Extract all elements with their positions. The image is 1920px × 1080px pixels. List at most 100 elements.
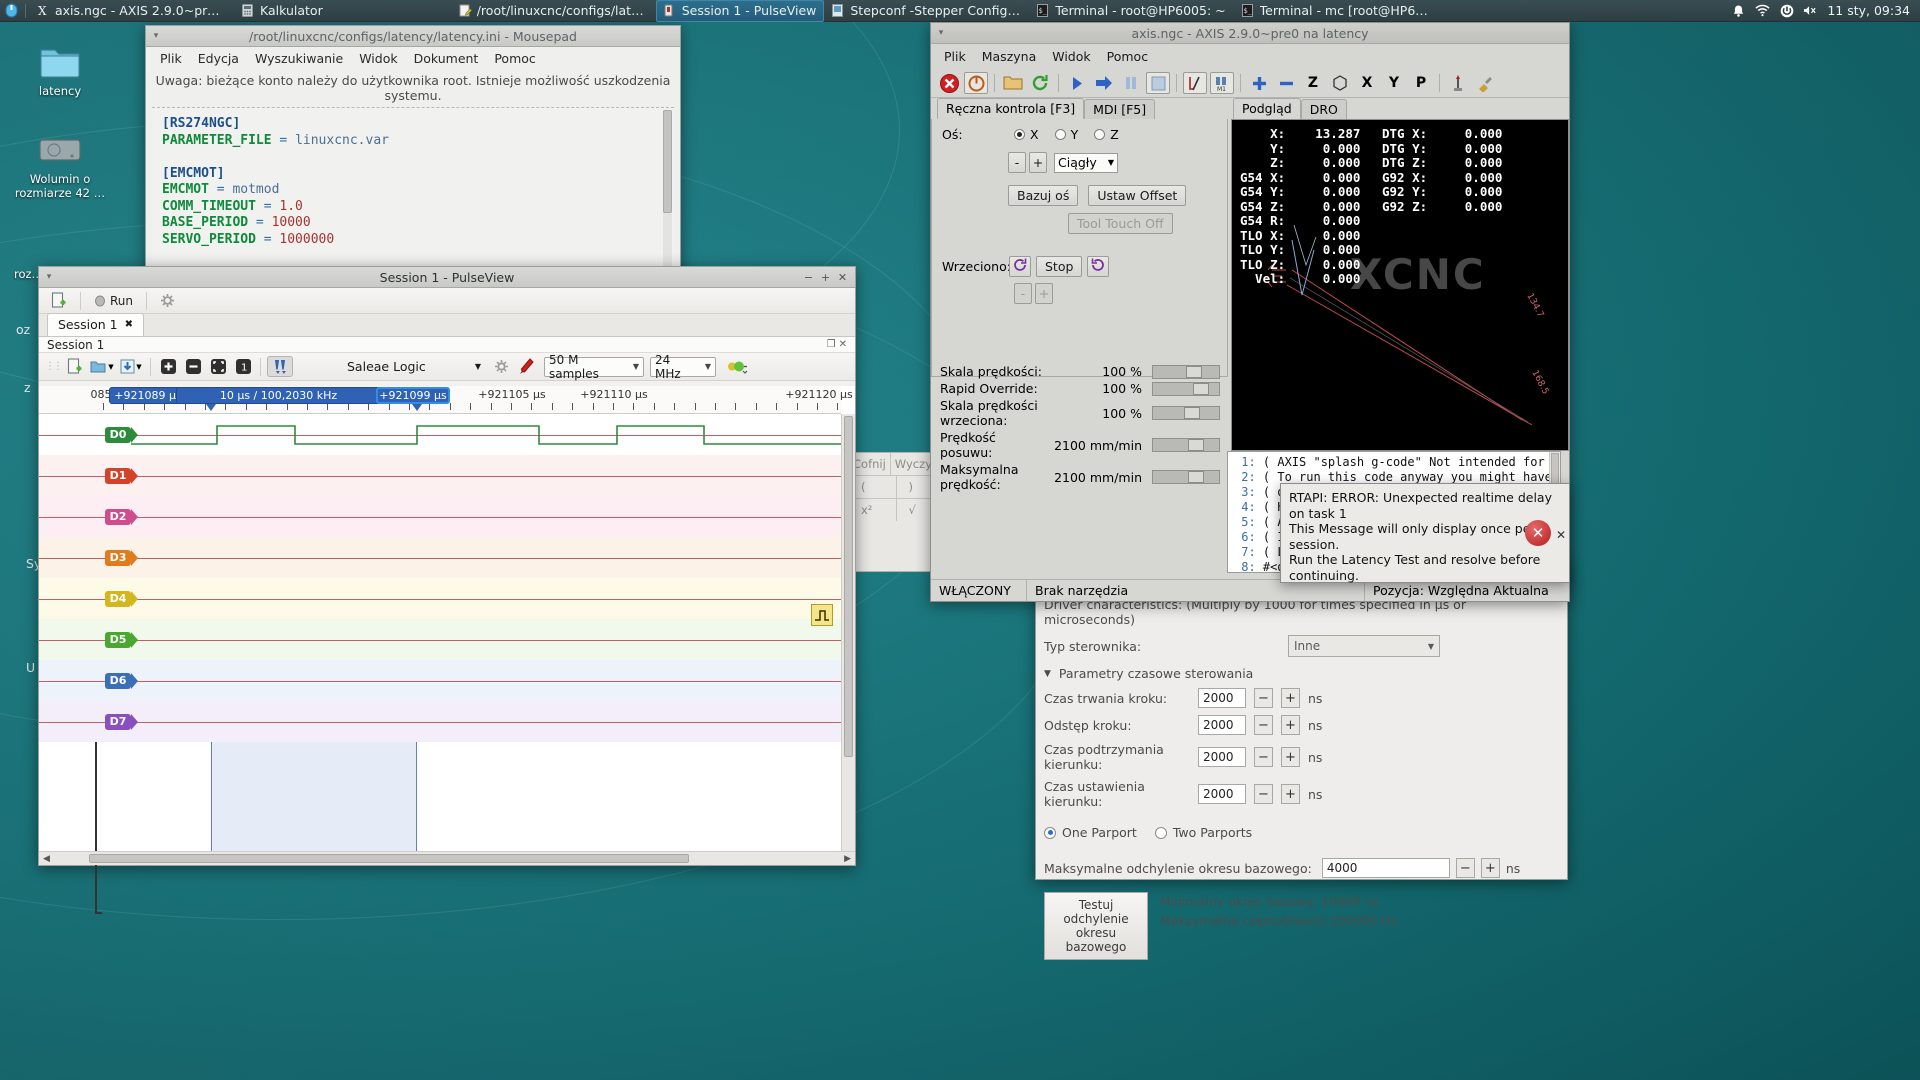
waveform-hscroll-thumb[interactable]	[89, 854, 689, 863]
window-menu-icon[interactable]: ▾	[39, 272, 59, 282]
error-dialog-close-button[interactable]: ✕	[1525, 520, 1551, 546]
zoom-out-icon[interactable]	[182, 356, 204, 377]
axis-toolbar[interactable]: M1 Z X Y P	[931, 69, 1569, 98]
toolbar-grip[interactable]: ⋮⋮	[45, 361, 63, 372]
mousepad-editor[interactable]: [RS274NGC] PARAMETER_FILE = linuxcnc.var…	[152, 107, 674, 283]
stepconf-two-parports-radio[interactable]	[1154, 826, 1167, 839]
override-slider[interactable]	[1152, 438, 1220, 452]
zoom-in-icon[interactable]	[157, 356, 179, 377]
volume-muted-icon[interactable]	[1803, 3, 1818, 18]
iso-view-icon[interactable]	[1328, 72, 1352, 94]
override-slider-knob[interactable]	[1184, 407, 1200, 419]
cursors-icon[interactable]	[267, 356, 293, 377]
cursor-handle[interactable]	[206, 404, 216, 411]
gcode-preview-canvas[interactable]: 134.7 168.5 XCNC X: 13.287 Y: 0.000 Z: 0…	[1231, 119, 1569, 451]
zoom-out-icon[interactable]	[1274, 72, 1298, 94]
open-icon[interactable]	[1001, 72, 1025, 94]
set-offset-button[interactable]: Ustaw Offset	[1088, 185, 1187, 206]
stepconf-timing-increment[interactable]: +	[1281, 747, 1300, 767]
bell-icon[interactable]	[1731, 3, 1746, 18]
mousepad-window[interactable]: ▾ /root/linuxcnc/configs/latency/latency…	[145, 25, 681, 283]
wifi-icon[interactable]	[1755, 3, 1770, 18]
close-icon[interactable]: ✕	[834, 269, 851, 286]
stepconf-timing-decrement[interactable]: −	[1254, 715, 1273, 735]
scroll-right-arrow-icon[interactable]: ▶	[844, 854, 851, 864]
save-icon[interactable]: ▼	[118, 356, 144, 377]
override-list[interactable]: Skala prędkości: 100 % Rapid Override: 100 …	[934, 363, 1226, 493]
cursor-handle[interactable]	[412, 404, 422, 411]
waveform-vscroll-thumb[interactable]	[844, 416, 853, 757]
stepconf-timing-input[interactable]: 2000	[1198, 784, 1246, 804]
menu-dokument[interactable]: Dokument	[406, 49, 487, 68]
override-slider-knob[interactable]	[1188, 439, 1204, 451]
stepconf-parport-row[interactable]: One Parport Two Parports	[1036, 811, 1567, 842]
spindle-ccw-icon[interactable]	[1009, 256, 1031, 277]
run-icon[interactable]	[1065, 72, 1089, 94]
window-menu-icon[interactable]: ▾	[146, 31, 166, 41]
override-row[interactable]: Prędkość posuwu: 2100 mm/min	[934, 429, 1226, 461]
stepconf-test-button[interactable]: Testuj odchylenie okresu bazowego	[1044, 892, 1148, 960]
trace-row[interactable]: D7	[39, 701, 841, 742]
new-session-button[interactable]	[45, 290, 73, 311]
power-icon[interactable]	[1779, 3, 1794, 18]
device-config-button[interactable]	[490, 356, 512, 377]
tool-icon[interactable]	[1446, 72, 1470, 94]
tab-mdi[interactable]: MDI [F5]	[1084, 99, 1156, 119]
waveform-vertical-scrollbar[interactable]	[841, 414, 855, 851]
taskbar-item-terminal-1[interactable]: $_ Terminal - root@HP6005: ~	[1029, 0, 1233, 22]
device-selector[interactable]: Saleae Logic ▼	[347, 356, 487, 378]
stepconf-one-parport-radio[interactable]	[1044, 826, 1056, 839]
axis-radio-x[interactable]	[1014, 129, 1025, 140]
trace-row[interactable]: D5	[39, 619, 841, 660]
dock-buttons[interactable]: ❐ ✕	[827, 339, 847, 350]
mousepad-menubar[interactable]: Plik Edycja Wyszukiwanie Widok Dokument …	[146, 47, 680, 70]
reload-icon[interactable]	[1028, 72, 1052, 94]
menu-pomoc[interactable]: Pomoc	[486, 49, 543, 68]
override-panel[interactable]: Skala prędkości: 100 % Rapid Override: 100 …	[934, 363, 1226, 493]
stepconf-timing-input[interactable]: 2000	[1198, 688, 1246, 708]
menu-plik[interactable]: Plik	[937, 47, 973, 66]
menu-edycja[interactable]: Edycja	[190, 49, 247, 68]
override-slider-knob[interactable]	[1188, 471, 1204, 483]
spindle-cw-icon[interactable]	[1087, 256, 1110, 277]
pulseview-view-toolbar[interactable]: ⋮⋮ ▼ ▼ 1 Saleae Logic ▼ 50 M samples ▼ 2…	[39, 353, 855, 381]
power-icon[interactable]	[964, 72, 988, 94]
applications-menu-button[interactable]	[0, 0, 22, 22]
axis-menubar[interactable]: Plik Maszyna Widok Pomoc	[931, 44, 1569, 69]
trace-row[interactable]: D3	[39, 537, 841, 578]
menu-wyszukiwanie[interactable]: Wyszukiwanie	[247, 49, 351, 68]
menu-maszyna[interactable]: Maszyna	[975, 47, 1044, 66]
settings-button[interactable]	[154, 291, 181, 310]
jog-mode-combo[interactable]: Ciągły ▼	[1054, 152, 1118, 173]
clear-icon[interactable]	[1473, 72, 1497, 94]
spindle-speed-row[interactable]: - +	[942, 283, 1217, 304]
probe-button[interactable]	[515, 356, 537, 377]
menu-widok[interactable]: Widok	[351, 49, 405, 68]
trace-row[interactable]: D6	[39, 660, 841, 701]
axis-titlebar[interactable]: ▾ axis.ngc - AXIS 2.9.0~pre0 na latency	[931, 23, 1569, 44]
menu-plik[interactable]: Plik	[152, 49, 190, 68]
trace-row[interactable]: D2	[39, 496, 841, 537]
mousepad-scrollbar[interactable]	[663, 110, 672, 281]
menu-widok[interactable]: Widok	[1045, 47, 1097, 66]
stop-icon[interactable]	[1146, 72, 1170, 94]
trigger-button[interactable]	[723, 356, 751, 377]
trace-row[interactable]: D1	[39, 455, 841, 496]
channel-label[interactable]: D3	[105, 549, 138, 566]
stepconf-timing-group-header[interactable]: ▼ Parametry czasowe sterowania	[1036, 659, 1567, 683]
tab-dro[interactable]: DRO	[1300, 99, 1347, 119]
touchoff-row[interactable]: Tool Touch Off	[942, 213, 1217, 234]
pulseview-titlebar[interactable]: ▾ Session 1 - PulseView − + ✕	[39, 267, 855, 288]
window-menu-icon[interactable]: ▾	[931, 28, 951, 38]
channel-label[interactable]: D0	[105, 426, 138, 443]
pulseview-window-buttons[interactable]: − + ✕	[800, 269, 855, 286]
pulseview-tabbar[interactable]: Session 1 ✖	[39, 313, 855, 337]
open-icon[interactable]: ▼	[89, 356, 115, 377]
timeline-ruler[interactable]: 085+921095 µs+921105 µs+921110 µs+921120…	[39, 386, 853, 414]
stepconf-timing-increment[interactable]: +	[1281, 784, 1300, 804]
stepconf-timing-decrement[interactable]: −	[1254, 784, 1273, 804]
pulseview-window[interactable]: ▾ Session 1 - PulseView − + ✕ Run Sessio…	[38, 266, 856, 914]
sample-rate-combo[interactable]: 24 MHz ▼	[650, 353, 716, 381]
axis-tabbar[interactable]: Ręczna kontrola [F3] MDI [F5]	[931, 98, 1228, 119]
y-view-icon[interactable]: Y	[1382, 72, 1406, 94]
